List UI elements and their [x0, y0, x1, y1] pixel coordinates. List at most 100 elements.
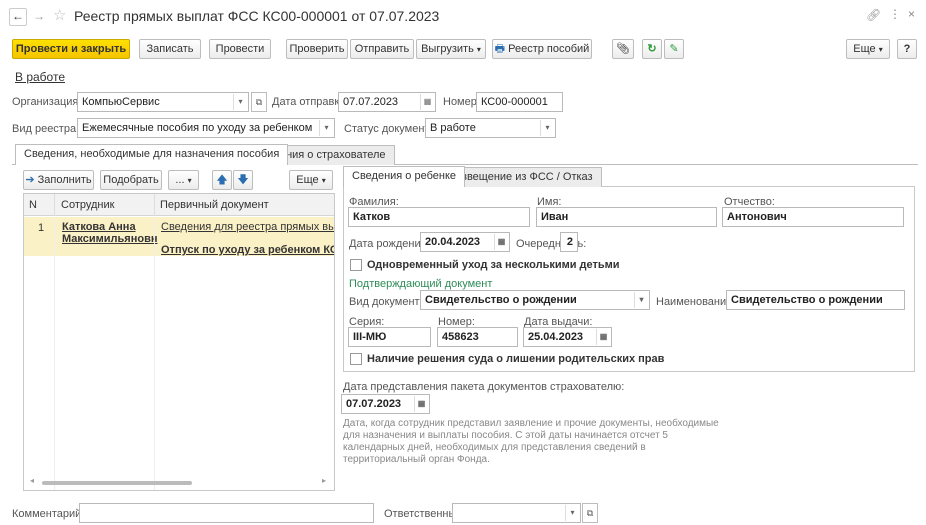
refresh-button[interactable]: ↻	[642, 39, 662, 59]
responsible-field[interactable]: ▾	[452, 503, 581, 523]
comment-label: Комментарий:	[12, 508, 85, 520]
list-more-small-label: ...	[175, 174, 185, 186]
calendar-icon[interactable]: ▦	[414, 396, 428, 412]
list-more-button[interactable]: Еще ▾	[289, 170, 333, 190]
chevron-down-icon: ▾	[878, 45, 883, 54]
arrow-down-icon: 🡇︎	[237, 174, 249, 186]
doc-type-value: Свидетельство о рождении	[425, 294, 577, 306]
number-field[interactable]: КС00-000001	[476, 92, 563, 112]
column-divider	[54, 194, 55, 216]
attachment-button[interactable]: 📎︎	[612, 39, 634, 59]
scrollbar-thumb[interactable]	[42, 481, 192, 485]
calendar-icon[interactable]: ▦	[494, 234, 508, 250]
chevron-down-icon[interactable]: ▾	[565, 505, 579, 521]
close-icon[interactable]: ×	[908, 7, 915, 21]
more-label: Еще	[853, 43, 876, 55]
registry-type-label: Вид реестра:	[12, 123, 80, 135]
chevron-down-icon[interactable]: ▾	[540, 120, 554, 136]
chevron-down-icon[interactable]: ▾	[634, 292, 648, 308]
issue-date-field[interactable]: 25.04.2023 ▦	[523, 327, 612, 347]
open-responsible-button[interactable]: ⧉	[582, 503, 598, 523]
tab-benefit-info[interactable]: Сведения, необходимые для назначения пос…	[15, 144, 289, 165]
move-down-button[interactable]: 🡇︎	[233, 170, 253, 190]
tab-fss-notice[interactable]: Извещение из ФСС / Отказ	[445, 167, 602, 187]
comment-field[interactable]	[79, 503, 374, 523]
package-date-value: 07.07.2023	[346, 398, 402, 410]
scroll-right-icon[interactable]: ▸	[322, 476, 326, 485]
scroll-left-icon[interactable]: ◂	[30, 476, 34, 485]
organization-field[interactable]: КомпьюСервис ▾	[77, 92, 249, 112]
more-button[interactable]: Еще ▾	[846, 39, 890, 59]
row-employee-line1[interactable]: Каткова Анна	[62, 221, 136, 233]
doc-type-field[interactable]: Свидетельство о рождении ▾	[420, 290, 650, 310]
clear-button[interactable]: ✎	[664, 39, 684, 59]
back-button[interactable]: ←	[9, 8, 27, 26]
patronymic-field[interactable]: Антонович	[722, 207, 904, 227]
list-more-small-button[interactable]: ... ▾	[168, 170, 199, 190]
package-date-field[interactable]: 07.07.2023 ▦	[341, 394, 430, 414]
row-doc-line1[interactable]: Сведения для реестра прямых выплат	[161, 221, 334, 233]
tab-child-info[interactable]: Сведения о ребенке	[343, 166, 466, 187]
window-title: Реестр прямых выплат ФСС КС00-000001 от …	[74, 8, 440, 24]
column-divider	[54, 217, 55, 490]
chevron-down-icon[interactable]: ▾	[319, 120, 333, 136]
column-header-n: N	[29, 199, 37, 211]
arrow-up-icon: 🡅︎	[216, 174, 228, 186]
doc-name-label: Наименование:	[656, 296, 736, 308]
calendar-icon[interactable]: ▦	[596, 329, 610, 345]
organization-value: КомпьюСервис	[82, 96, 160, 108]
simultaneous-care-label: Одновременный уход за несколькими детьми	[367, 259, 620, 271]
benefits-register-label: Реестр пособий	[508, 43, 590, 55]
pick-button[interactable]: Подобрать	[100, 170, 162, 190]
birth-date-field[interactable]: 20.04.2023 ▦	[420, 232, 510, 252]
send-date-field[interactable]: 07.07.2023 ▦	[338, 92, 436, 112]
simultaneous-care-checkbox[interactable]	[350, 259, 362, 271]
send-date-value: 07.07.2023	[343, 96, 399, 108]
post-and-close-button[interactable]: Провести и закрыть	[12, 39, 130, 59]
package-date-label: Дата представления пакета документов стр…	[343, 381, 625, 393]
chevron-down-icon: ▾	[187, 176, 192, 185]
upload-button[interactable]: Выгрузить ▾	[416, 39, 486, 59]
menu-icon[interactable]: ⋮	[889, 7, 901, 21]
doc-status-field[interactable]: В работе ▾	[425, 118, 556, 138]
fill-button[interactable]: ➔ Заполнить	[23, 170, 94, 190]
doc-status-value: В работе	[430, 122, 476, 134]
row-employee-line2[interactable]: Максимильяновн	[62, 233, 158, 245]
open-organization-button[interactable]: ⧉	[251, 92, 267, 112]
save-button[interactable]: Записать	[139, 39, 201, 59]
registry-type-field[interactable]: Ежемесячные пособия по уходу за ребенком…	[77, 118, 335, 138]
benefits-register-button[interactable]: 🖶︎ Реестр пособий	[492, 39, 592, 59]
help-button[interactable]: ?	[897, 39, 917, 59]
calendar-icon[interactable]: ▦	[420, 94, 434, 110]
doc-number-field[interactable]: 458623	[437, 327, 518, 347]
send-date-label: Дата отправки:	[272, 96, 349, 108]
send-button[interactable]: Отправить	[350, 39, 414, 59]
move-up-button[interactable]: 🡅︎	[212, 170, 232, 190]
fill-arrow-icon: ➔	[25, 174, 35, 186]
package-hint: Дата, когда сотрудник представил заявлен…	[343, 418, 719, 465]
column-divider	[154, 194, 155, 216]
chevron-down-icon[interactable]: ▾	[233, 94, 247, 110]
court-decision-checkbox[interactable]	[350, 353, 362, 365]
series-field[interactable]: III-МЮ	[348, 327, 431, 347]
paperclip-icon: 📎︎	[616, 43, 630, 55]
name-field[interactable]: Иван	[536, 207, 717, 227]
row-doc-line2[interactable]: Отпуск по уходу за ребенком КС00-0	[161, 244, 334, 256]
doc-name-field[interactable]: Свидетельство о рождении	[726, 290, 905, 310]
star-icon[interactable]: ☆	[53, 6, 66, 24]
birth-date-label: Дата рождения:	[349, 238, 430, 250]
link-icon[interactable]: 🔗︎	[866, 8, 881, 22]
chevron-down-icon: ▾	[321, 176, 326, 185]
horizontal-scrollbar[interactable]: ◂ ▸	[30, 476, 330, 487]
surname-field[interactable]: Катков	[348, 207, 530, 227]
number-label: Номер:	[443, 96, 480, 108]
status-link[interactable]: В работе	[15, 70, 65, 84]
forward-button[interactable]: →	[30, 8, 48, 26]
doc-type-label: Вид документа:	[349, 296, 429, 308]
registry-type-value: Ежемесячные пособия по уходу за ребенком	[82, 122, 313, 134]
check-button[interactable]: Проверить	[286, 39, 348, 59]
order-field[interactable]: 2	[560, 232, 578, 252]
table-row[interactable]: 1 Каткова Анна Максимильяновн Сведения д…	[24, 217, 334, 256]
post-button[interactable]: Провести	[209, 39, 271, 59]
row-number: 1	[38, 222, 45, 234]
